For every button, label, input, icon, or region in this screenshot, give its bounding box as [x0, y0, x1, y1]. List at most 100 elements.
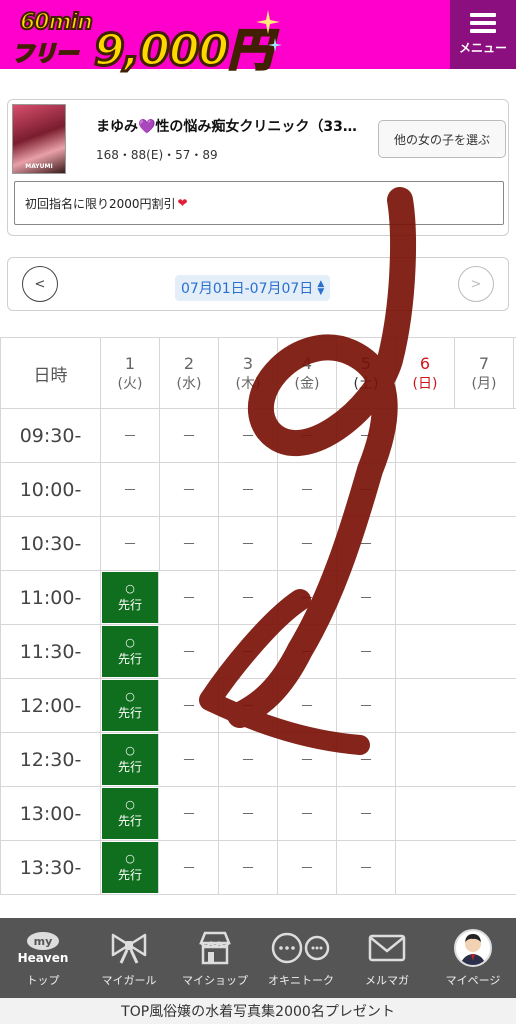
- unavailable-slot: －: [337, 517, 396, 570]
- time-slot-label: 12:00-: [0, 679, 101, 732]
- day-weekday: (金): [294, 375, 320, 392]
- prev-week-button[interactable]: <: [22, 266, 58, 302]
- unavailable-slot: －: [101, 517, 160, 570]
- schedule-cell-empty: [455, 841, 514, 894]
- choose-other-girl-button[interactable]: 他の女の子を選ぶ: [378, 120, 506, 158]
- available-mark: ○: [125, 636, 135, 649]
- profile-stats: 168・88(E)・57・89: [96, 148, 218, 162]
- promo-text: 初回指名に限り2000円割引: [25, 196, 176, 211]
- day-header: 1 (火): [101, 338, 160, 408]
- unavailable-slot: －: [219, 841, 278, 894]
- schedule-cell-empty: [396, 625, 455, 678]
- available-mark: ○: [125, 744, 135, 757]
- time-slot-label: 09:30-: [0, 409, 101, 462]
- schedule-table: 日時 1 (火) 2 (水) 3 (木) 4 (金) 5 (土) 6 (日) 7 (月) 09:30- －－－－…: [0, 337, 516, 895]
- day-header: 7 (月): [455, 338, 514, 408]
- unavailable-slot: －: [101, 409, 160, 462]
- week-range-select[interactable]: 07月01日-07月07日 ▲ ▼: [175, 275, 331, 301]
- profile-name[interactable]: まゆみ💜性の悩み痴女クリニック（33…: [96, 116, 378, 136]
- schedule-cell-empty: [455, 787, 514, 840]
- mail-icon: [368, 928, 406, 968]
- day-weekday: (木): [235, 375, 261, 392]
- nav-item-top[interactable]: my Heaven トップ: [0, 918, 86, 998]
- available-slot-button[interactable]: ○ 先行: [102, 626, 159, 677]
- schedule-cell-empty: [455, 625, 514, 678]
- banner-bottom-text: フリー: [11, 41, 79, 68]
- day-number: 3: [242, 353, 254, 373]
- unavailable-slot: －: [278, 625, 337, 678]
- schedule-header-row: 日時 1 (火) 2 (水) 3 (木) 4 (金) 5 (土) 6 (日) 7 (月): [0, 337, 516, 409]
- time-slot-label: 10:00-: [0, 463, 101, 516]
- nav-item-mail-magazine[interactable]: メルマガ: [344, 918, 430, 998]
- available-mark: ○: [125, 798, 135, 811]
- time-slot-label: 10:30-: [0, 517, 101, 570]
- unavailable-slot: －: [337, 841, 396, 894]
- available-slot-button[interactable]: ○ 先行: [102, 680, 159, 731]
- day-weekday: (火): [117, 375, 143, 392]
- week-range-label: 07月01日-07月07日: [181, 281, 314, 297]
- day-number: 2: [183, 353, 195, 373]
- chat-icon: [269, 928, 333, 968]
- available-mark: ○: [125, 852, 135, 865]
- time-slot-label: 12:30-: [0, 733, 101, 786]
- available-mark: ○: [125, 582, 135, 595]
- unavailable-slot: －: [219, 679, 278, 732]
- svg-text:Heaven: Heaven: [18, 951, 69, 965]
- unavailable-slot: －: [160, 787, 219, 840]
- unavailable-slot: －: [278, 517, 337, 570]
- schedule-cell-empty: [396, 841, 455, 894]
- available-mark: ○: [125, 690, 135, 703]
- unavailable-slot: －: [101, 463, 160, 516]
- unavailable-slot: －: [278, 841, 337, 894]
- schedule-cell-empty: [455, 733, 514, 786]
- schedule-row: 12:30- ○ 先行－－－－: [0, 733, 516, 787]
- updown-chevron-icon: ▲ ▼: [317, 279, 325, 297]
- day-number: 6: [419, 353, 431, 373]
- available-slot-button[interactable]: ○ 先行: [102, 788, 159, 839]
- unavailable-slot: －: [337, 625, 396, 678]
- nav-item-my-girl[interactable]: マイガール: [86, 918, 172, 998]
- svg-text:my: my: [34, 935, 53, 948]
- next-week-button[interactable]: >: [458, 266, 494, 302]
- schedule-cell-empty: [455, 463, 514, 516]
- available-slot-button[interactable]: ○ 先行: [102, 572, 159, 623]
- day-weekday: (月): [471, 375, 497, 392]
- available-slot-button[interactable]: ○ 先行: [102, 842, 159, 893]
- page: 60min フリー 9,000円 メニュー MAYUMI まゆみ💜性の悩み痴女ク…: [0, 0, 516, 1024]
- avatar-icon: [454, 928, 492, 968]
- nav-label: マイショップ: [182, 974, 248, 987]
- unavailable-slot: －: [160, 409, 219, 462]
- schedule-row: 11:00- ○ 先行－－－－: [0, 571, 516, 625]
- unavailable-slot: －: [219, 733, 278, 786]
- nav-label: マイページ: [445, 974, 501, 987]
- nav-item-my-page[interactable]: マイページ: [430, 918, 516, 998]
- news-ticker[interactable]: TOP風俗嬢の水着写真集2000名プレゼント: [0, 998, 516, 1024]
- unavailable-slot: －: [337, 679, 396, 732]
- day-weekday: (日): [412, 375, 438, 392]
- menu-button[interactable]: メニュー: [450, 0, 516, 69]
- thumbnail-caption: MAYUMI: [25, 163, 53, 170]
- schedule-row: 09:30- －－－－－: [0, 409, 516, 463]
- unavailable-slot: －: [278, 571, 337, 624]
- nav-item-okini-talk[interactable]: オキニトーク: [258, 918, 344, 998]
- nav-label: オキニトーク: [268, 974, 334, 987]
- nav-label: トップ: [26, 974, 60, 987]
- unavailable-slot: －: [160, 733, 219, 786]
- schedule-cell-empty: [396, 517, 455, 570]
- profile-thumbnail[interactable]: MAYUMI: [12, 104, 66, 174]
- day-number: 1: [124, 353, 136, 373]
- nav-item-my-shop[interactable]: マイショップ: [172, 918, 258, 998]
- available-label: 先行: [117, 598, 142, 612]
- hamburger-icon: [470, 13, 496, 33]
- schedule-row: 12:00- ○ 先行－－－－: [0, 679, 516, 733]
- day-weekday: (水): [176, 375, 202, 392]
- date-time-header: 日時: [0, 338, 101, 408]
- schedule-cell-empty: [455, 517, 514, 570]
- available-label: 先行: [117, 706, 142, 720]
- unavailable-slot: －: [160, 463, 219, 516]
- schedule-cell-empty: [396, 733, 455, 786]
- unavailable-slot: －: [278, 787, 337, 840]
- available-slot-button[interactable]: ○ 先行: [102, 734, 159, 785]
- promo-banner[interactable]: 60min フリー 9,000円: [6, 6, 282, 78]
- day-header: 2 (水): [160, 338, 219, 408]
